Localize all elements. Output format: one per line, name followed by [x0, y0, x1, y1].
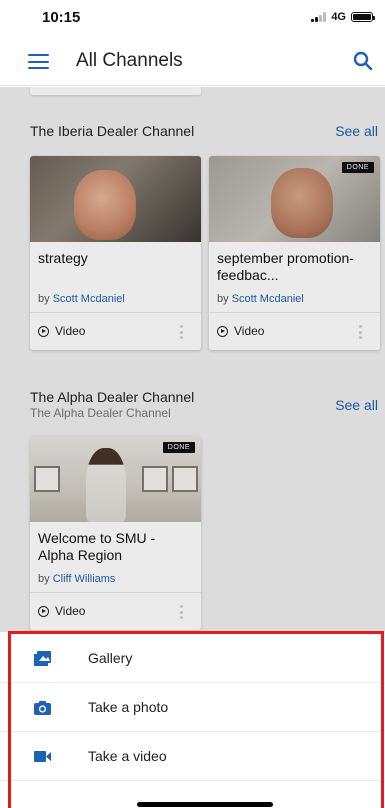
see-all-link-iberia[interactable]: See all: [335, 123, 378, 139]
hamburger-menu-icon[interactable]: [28, 54, 49, 69]
content-type-label: Video: [55, 604, 86, 618]
play-circle-icon: [38, 606, 49, 617]
camera-icon: [34, 701, 51, 715]
author-name[interactable]: Scott Mcdaniel: [53, 293, 125, 305]
status-bar: 10:15 4G: [0, 0, 385, 38]
take-video-label: Take a video: [88, 748, 167, 764]
content-type-label: Video: [234, 324, 265, 338]
content-type-label: Video: [55, 324, 86, 338]
play-circle-icon: [217, 326, 228, 337]
card-title: Welcome to SMU - Alpha Region: [38, 530, 156, 563]
video-card-strategy[interactable]: strategy by Scott Mcdaniel Video: [30, 156, 201, 350]
author-name[interactable]: Scott Mcdaniel: [232, 293, 304, 305]
gallery-label: Gallery: [88, 650, 133, 666]
take-photo-label: Take a photo: [88, 699, 169, 715]
more-options-icon[interactable]: [180, 325, 183, 339]
section-title-alpha: The Alpha Dealer Channel: [30, 389, 195, 405]
done-badge: DONE: [341, 162, 374, 173]
card-footer: Video: [209, 312, 380, 350]
section-title-iberia: The Iberia Dealer Channel: [30, 123, 195, 139]
more-options-icon[interactable]: [180, 605, 183, 619]
video-thumbnail: DONE: [30, 436, 201, 522]
card-title: strategy: [38, 250, 88, 266]
video-card-welcome-to-smu[interactable]: DONE Welcome to SMU - Alpha Region by Cl…: [30, 436, 201, 630]
video-thumbnail: [30, 156, 201, 242]
section-subtitle-alpha: The Alpha Dealer Channel: [30, 406, 171, 420]
previous-card-edge: [30, 87, 201, 95]
author-prefix: by: [38, 293, 50, 305]
author-prefix: by: [217, 293, 229, 305]
video-thumbnail: DONE: [209, 156, 380, 242]
gallery-icon: [34, 651, 51, 666]
signal-icon: [311, 12, 327, 22]
card-author: by Cliff Williams: [30, 570, 201, 592]
home-indicator[interactable]: [137, 802, 273, 807]
more-options-icon[interactable]: [359, 325, 362, 339]
app-bar: All Channels: [0, 38, 385, 86]
gallery-option[interactable]: Gallery: [0, 634, 385, 683]
battery-icon: [351, 12, 375, 22]
card-footer: Video: [30, 592, 201, 630]
video-card-september-promotion[interactable]: DONE september promotion- feedbac... by …: [209, 156, 380, 350]
status-indicators: 4G: [311, 11, 375, 23]
card-author: by Scott Mcdaniel: [30, 290, 201, 312]
take-video-option[interactable]: Take a video: [0, 732, 385, 781]
play-circle-icon: [38, 326, 49, 337]
card-title: september promotion- feedbac...: [217, 250, 354, 283]
take-photo-option[interactable]: Take a photo: [0, 683, 385, 732]
card-author: by Scott Mcdaniel: [209, 290, 380, 312]
author-name[interactable]: Cliff Williams: [53, 573, 116, 585]
search-icon[interactable]: [353, 51, 373, 71]
channel-list[interactable]: The Iberia Dealer Channel See all strate…: [0, 87, 385, 632]
done-badge: DONE: [162, 442, 195, 453]
page-title: All Channels: [76, 50, 183, 71]
status-time: 10:15: [42, 9, 81, 26]
media-picker-sheet: Gallery Take a photo Take a video: [0, 632, 385, 808]
see-all-link-alpha[interactable]: See all: [335, 397, 378, 413]
card-footer: Video: [30, 312, 201, 350]
network-type: 4G: [331, 11, 346, 23]
video-camera-icon: [34, 751, 51, 762]
author-prefix: by: [38, 573, 50, 585]
